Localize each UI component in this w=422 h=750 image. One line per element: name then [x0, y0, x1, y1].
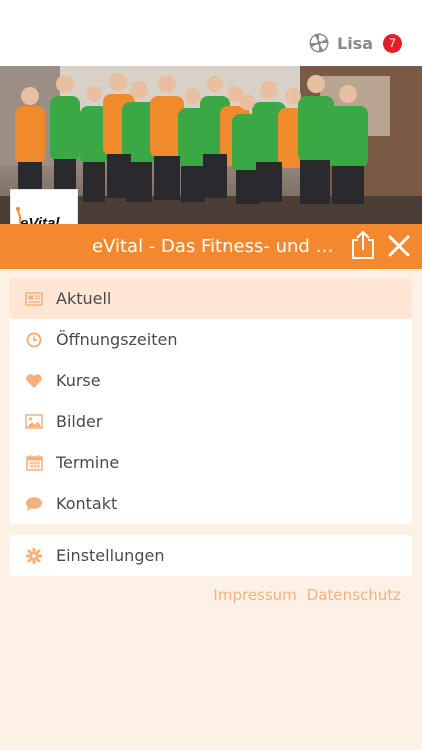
menu-label: Termine [56, 453, 120, 472]
share-icon[interactable] [349, 230, 377, 260]
menu-label: Einstellungen [56, 546, 165, 565]
menu-label: Kontakt [56, 494, 118, 513]
menu-label: Aktuell [56, 289, 112, 308]
menu-item-termine[interactable]: Termine [10, 442, 412, 483]
menu-item-oeffnungszeiten[interactable]: Öffnungszeiten [10, 319, 412, 360]
close-icon[interactable] [386, 233, 412, 259]
menu-label: Bilder [56, 412, 103, 431]
impressum-link[interactable]: Impressum [213, 586, 296, 604]
user-account[interactable]: Lisa 7 [309, 33, 402, 53]
chat-bubble-icon [25, 495, 43, 513]
menu-item-aktuell[interactable]: Aktuell [10, 278, 412, 319]
datenschutz-link[interactable]: Datenschutz [307, 586, 401, 604]
footer-links: Impressum Datenschutz [213, 586, 401, 604]
image-icon [25, 413, 43, 431]
user-name[interactable]: Lisa [337, 34, 373, 53]
menu-item-kontakt[interactable]: Kontakt [10, 483, 412, 524]
clock-icon [25, 331, 43, 349]
heart-icon [25, 372, 43, 390]
menu-item-bilder[interactable]: Bilder [10, 401, 412, 442]
menu-item-kurse[interactable]: Kurse [10, 360, 412, 401]
club-header-bar: eVital - Das Fitness- und Gesundheitszen… [0, 224, 422, 269]
newspaper-icon [25, 290, 43, 308]
menu-label: Kurse [56, 371, 101, 390]
pinwheel-logo-icon [309, 33, 329, 53]
notification-badge[interactable]: 7 [383, 33, 402, 53]
top-bar: Lisa 7 [0, 0, 422, 66]
menu-item-einstellungen[interactable]: Einstellungen [10, 535, 412, 576]
calendar-icon [25, 454, 43, 472]
gear-icon [25, 547, 43, 565]
club-title: eVital - Das Fitness- und Gesundheitszen… [92, 236, 342, 257]
menu-label: Öffnungszeiten [56, 330, 178, 349]
main-menu: Aktuell Öffnungszeiten Kurse Bilder Term… [10, 278, 412, 524]
